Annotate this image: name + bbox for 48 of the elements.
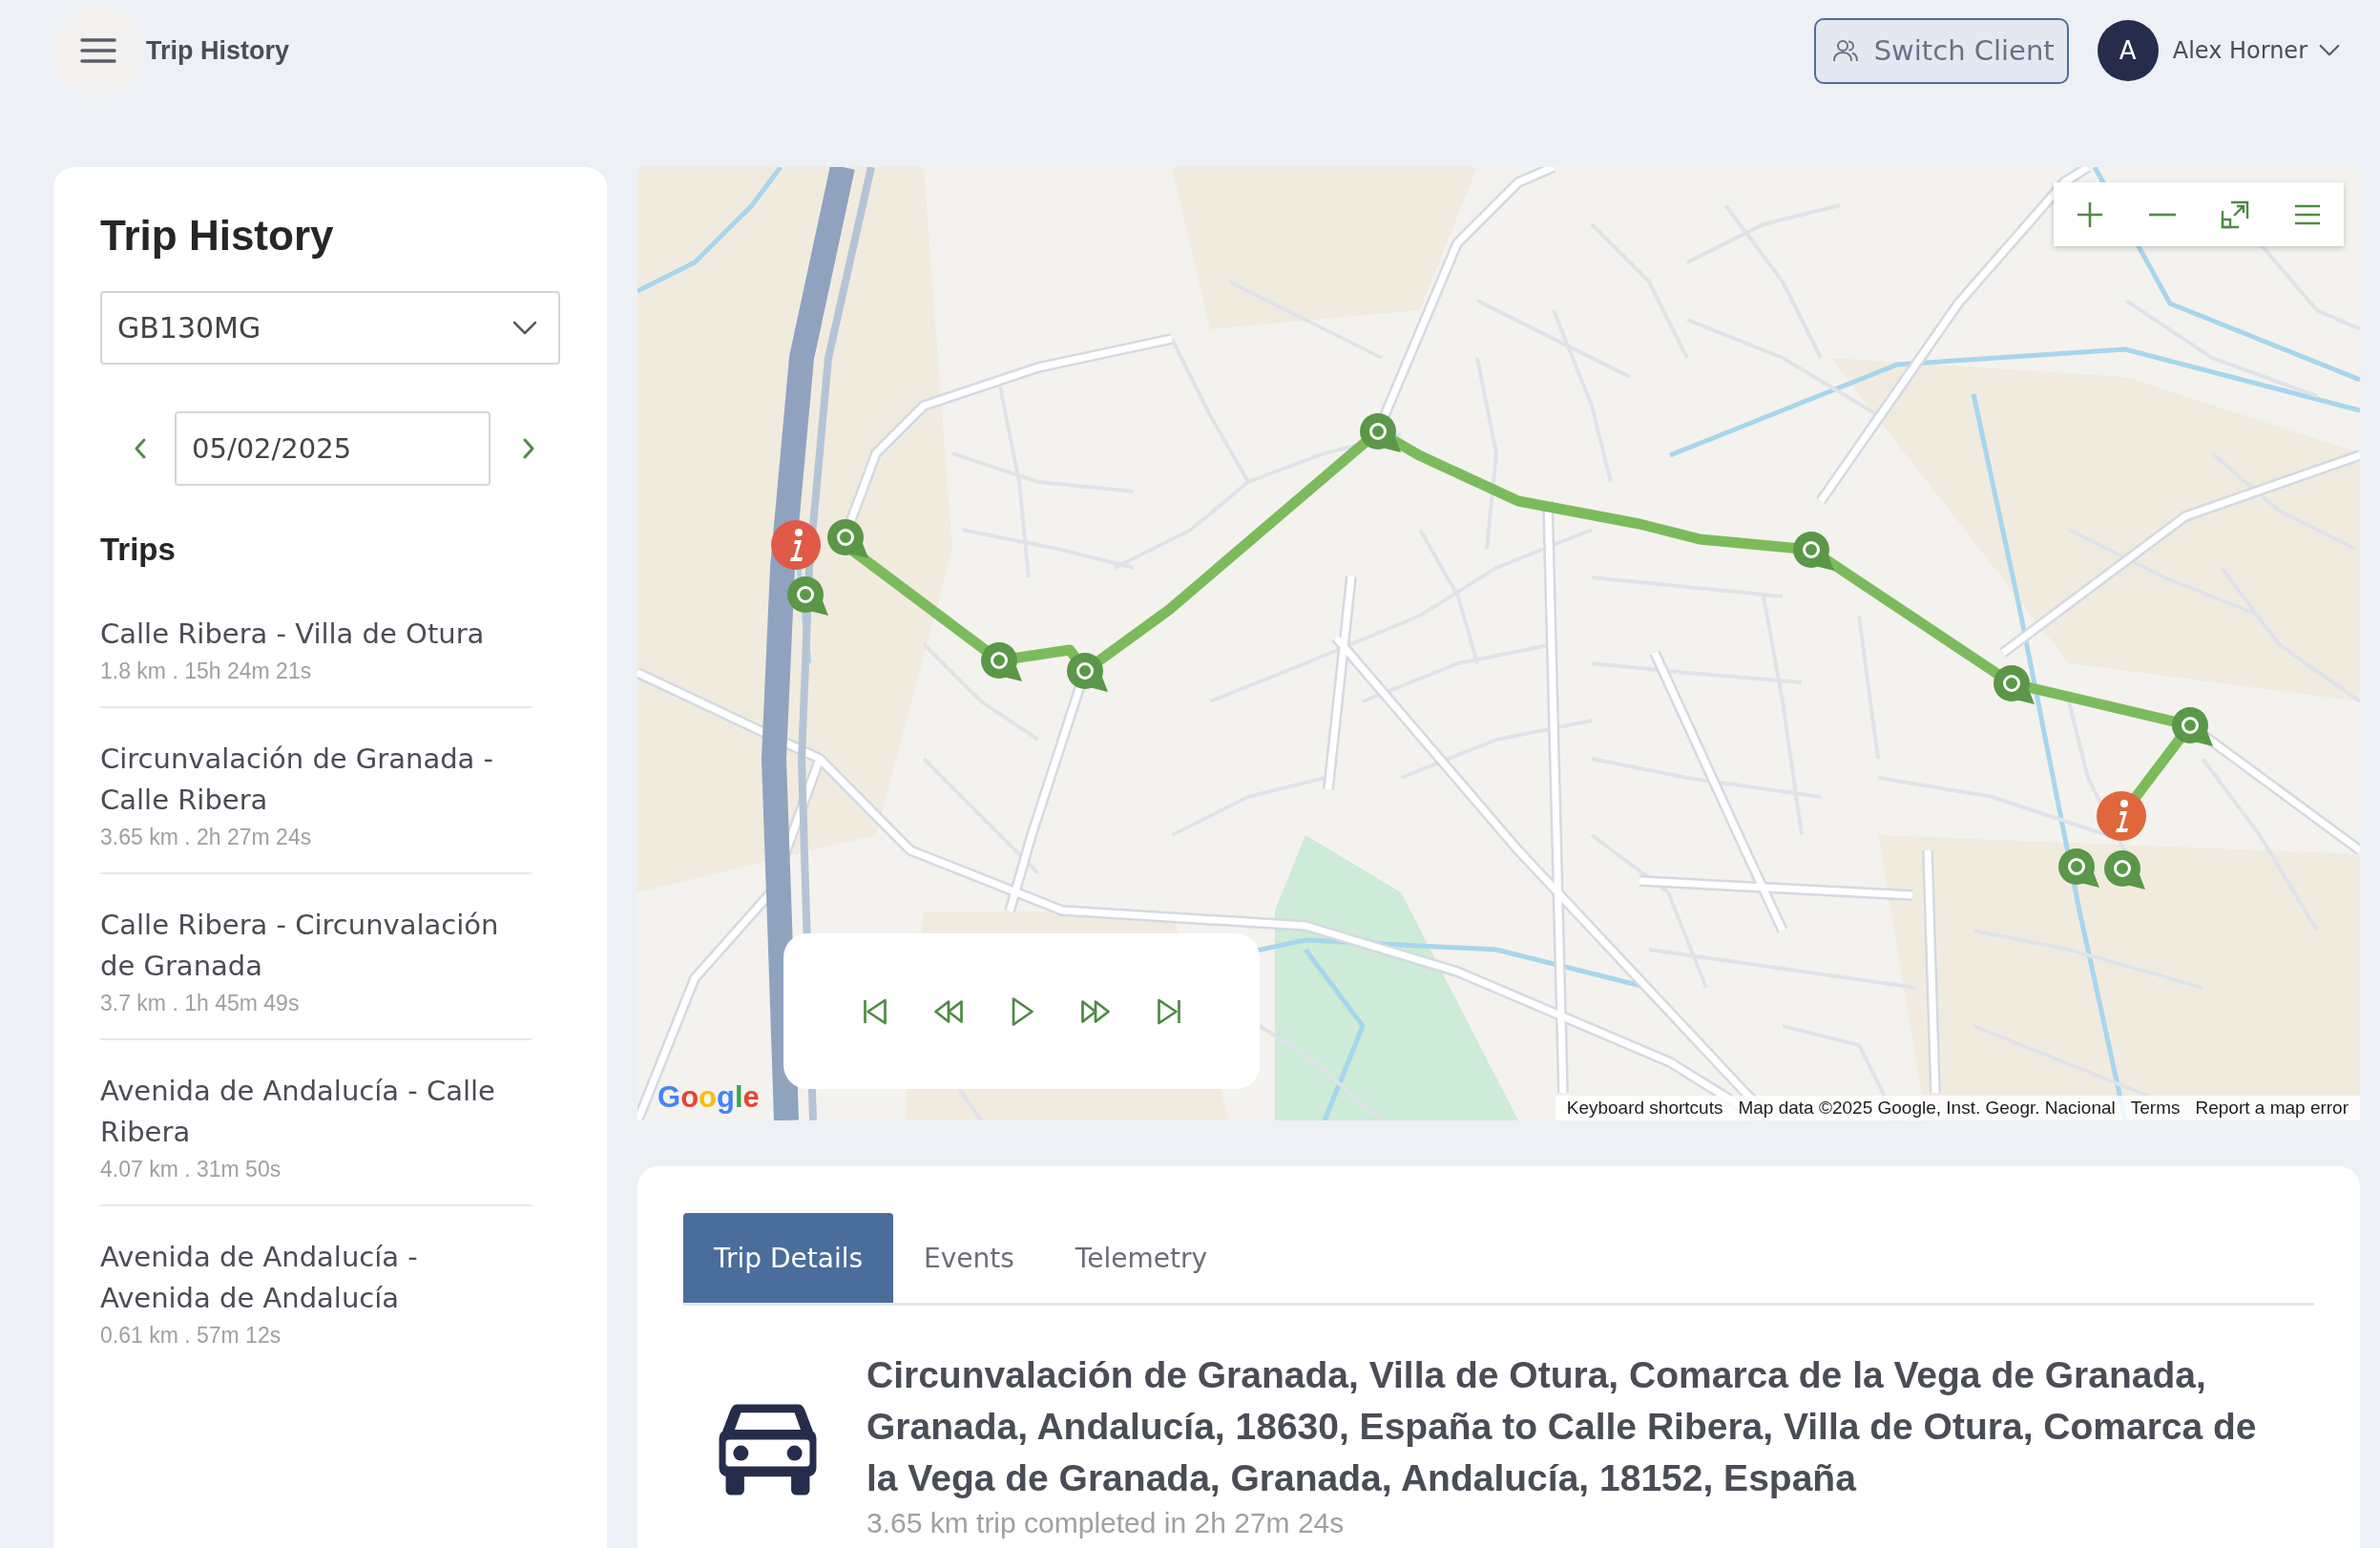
trip-meta: 1.8 km . 15h 24m 21s [100,658,313,685]
map-pin-icon[interactable] [827,519,868,558]
trip-title[interactable]: Calle Ribera - Circunvalación de Granada [100,905,532,987]
chevron-down-icon[interactable] [512,320,537,336]
trip-title[interactable]: Circunvalación de Granada - Calle Ribera [100,739,532,821]
info-marker-icon[interactable] [2097,791,2146,841]
tab[interactable]: Telemetry [1044,1213,1238,1303]
trip-meta: 3.7 km . 1h 45m 49s [100,990,301,1017]
user-avatar[interactable]: A [2097,20,2159,81]
people-icon [1831,38,1859,63]
tab[interactable]: Events [893,1213,1045,1303]
user-name[interactable]: Alex Horner [2172,37,2307,64]
attribution-link[interactable]: Keyboard shortcuts [1558,1098,1731,1119]
map-pin-icon[interactable] [1994,665,2035,704]
info-marker-icon[interactable] [771,520,821,570]
date-field[interactable]: 05/02/2025 [175,411,491,486]
map-pin-icon[interactable] [1793,532,1834,571]
trips-heading: Trips [100,531,176,569]
map-pin-icon[interactable] [2172,707,2213,746]
chevron-left-icon[interactable] [134,437,147,460]
vehicle-select[interactable]: GB130MG [100,291,560,365]
trip-title[interactable]: Avenida de Andalucía - Calle Ribera [100,1071,532,1153]
map-pin-icon[interactable] [2058,848,2099,888]
map-drawing[interactable] [637,167,2360,1120]
tab[interactable]: Trip Details [683,1213,894,1303]
fullscreen-icon[interactable] [2220,199,2250,230]
menu-icon [80,37,116,64]
chevron-down-icon[interactable] [2319,44,2340,57]
attribution-link[interactable]: Terms [2122,1098,2188,1119]
map-pin-icon[interactable] [1360,413,1401,452]
trip-title[interactable]: Calle Ribera - Villa de Otura [100,614,532,655]
trip-route-title: Circunvalación de Granada, Villa de Otura, Comarca de la Vega de Granada, Granada, Andalucía, 18630, España to Calle Ribera, Villa de Otura, Comarca de la Vega de Granada, Granada, Andalucía, 18152, España [866,1353,2258,1500]
trip-title[interactable]: Avenida de Andalucía - Avenida de Andalucía [100,1237,532,1319]
trip-meta: 0.61 km . 57m 12s [100,1322,282,1349]
map-pin-icon[interactable] [1067,653,1108,692]
map-pin-icon[interactable] [981,642,1022,681]
map-logo: Google [658,1080,760,1115]
sidebar-title: Trip History [100,211,334,261]
map-pin-icon[interactable] [2104,850,2145,889]
map-pin-icon[interactable] [787,576,828,616]
attribution-link[interactable]: Report a map error [2187,1098,2356,1119]
attribution-link[interactable]: Map data ©2025 Google, Inst. Geogr. Nacional [1730,1098,2123,1119]
trip-summary: 3.65 km trip completed in 2h 27m 24s [866,1506,1346,1540]
trip-meta: 4.07 km . 31m 50s [100,1156,282,1183]
chevron-right-icon[interactable] [522,437,535,460]
trip-meta: 3.65 km . 2h 27m 24s [100,824,313,851]
page-title: Trip History [146,35,290,66]
switch-client-button[interactable]: Switch Client [1813,17,2069,84]
